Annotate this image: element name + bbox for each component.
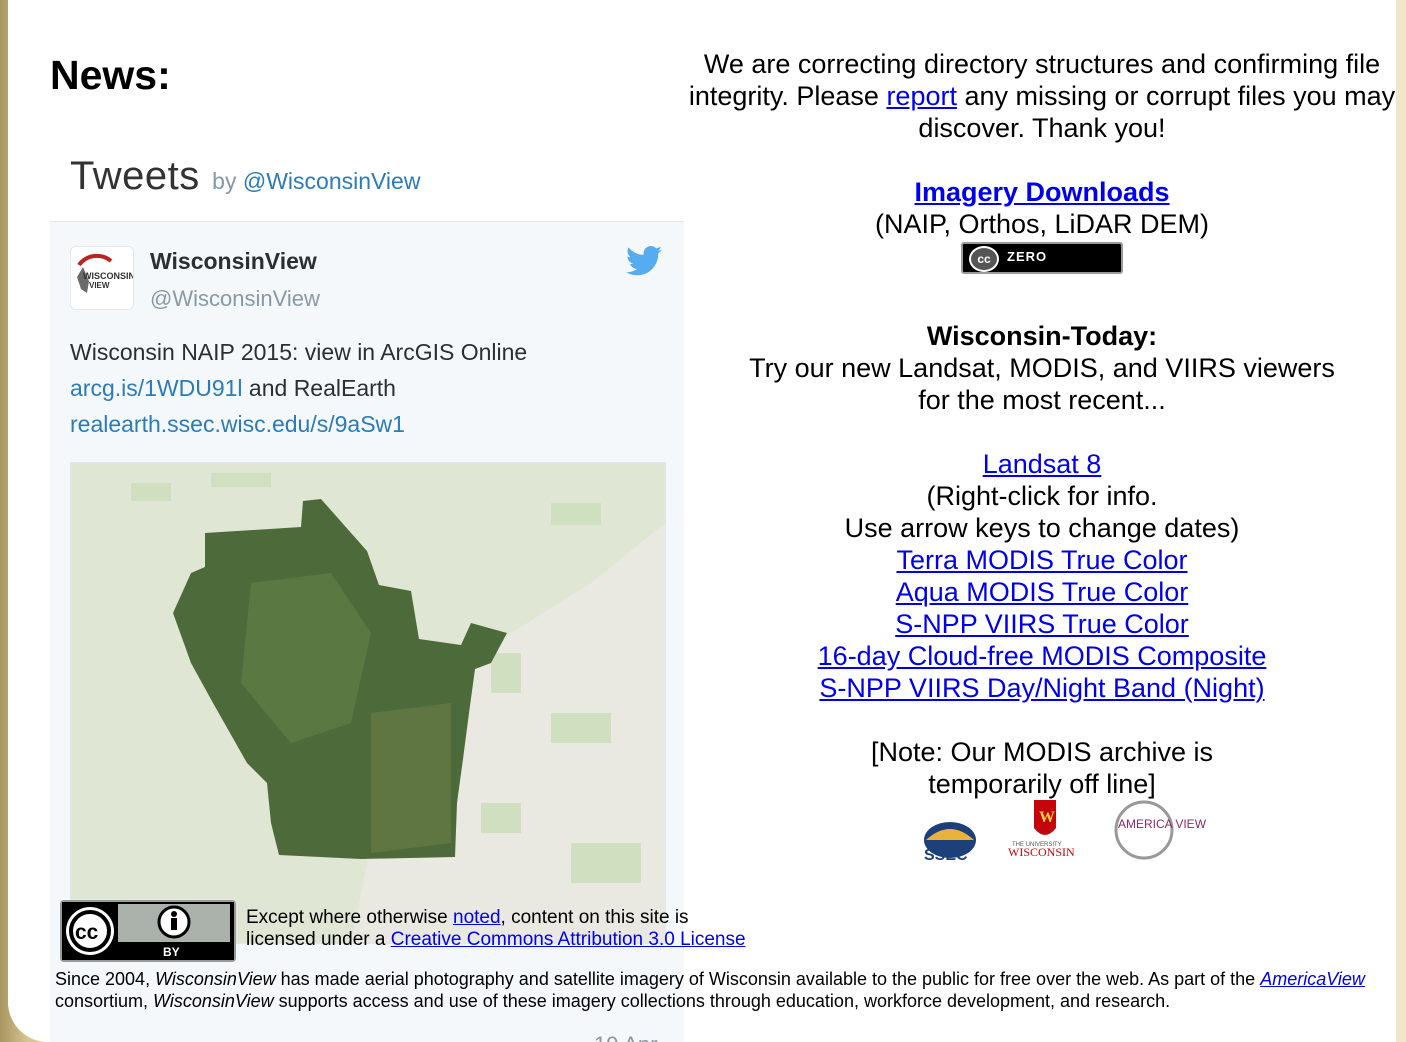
creative-commons-by-icon: cc BY [62, 902, 234, 960]
cc-zero-label: ZERO [1007, 248, 1048, 264]
announcement-post: any missing or corrupt files you may dis… [918, 81, 1396, 143]
tweet-link-realearth[interactable]: realearth.ssec.wisc.edu/s/9aSw1 [70, 411, 405, 437]
scrollbar[interactable] [1395, 0, 1406, 1042]
about-wv2: WisconsinView [153, 991, 274, 1011]
tweet-link-arcgis[interactable]: arcg.is/1WDU91l [70, 375, 243, 401]
wisconsin-naip-map [71, 463, 665, 943]
page-content: News: Tweets by @WisconsinView WISCONSIN… [8, 0, 1396, 1042]
about-paragraph: Since 2004, WisconsinView has made aeria… [55, 968, 1375, 1012]
partner-logos: SSEC W THE UNIVERSITY WISCONSIN AMERICA … [914, 800, 1214, 880]
tweet-text-line1: Wisconsin NAIP 2015: view in ArcGIS Onli… [70, 339, 528, 365]
uw-text: WISCONSIN [1008, 845, 1075, 859]
svg-text:W: W [1039, 809, 1055, 826]
tweet-author-handle[interactable]: @WisconsinView [150, 286, 320, 312]
today-desc-line1: Try our new Landsat, MODIS, and VIIRS vi… [749, 352, 1335, 383]
about-p4: supports access and use of these imagery… [273, 991, 1171, 1011]
cc-by-label: BY [163, 945, 180, 959]
snpp-viirs-link[interactable]: S-NPP VIIRS True Color [895, 608, 1189, 640]
modis-note-line2: temporarily off line] [928, 768, 1156, 799]
cc-license-link[interactable]: Creative Commons Attribution 3.0 License [391, 929, 746, 950]
cc-by-badge[interactable]: cc BY [60, 900, 236, 962]
landsat-note-1: (Right-click for info. [926, 480, 1158, 511]
wisconsin-today-heading: Wisconsin-Today: [926, 320, 1158, 351]
license-pre: Except where otherwise [246, 907, 453, 928]
modis-note-line1: [Note: Our MODIS archive is [870, 736, 1214, 767]
avatar[interactable]: WISCONSIN VIEW [70, 246, 134, 310]
twitter-bird-icon[interactable] [626, 246, 662, 276]
tweet-map-image[interactable] [70, 462, 666, 944]
right-column: We are correcting directory structures a… [688, 48, 1396, 864]
svg-text:VIEW: VIEW [89, 281, 110, 290]
about-p1: Since 2004, [55, 969, 156, 989]
report-link[interactable]: report [886, 81, 957, 111]
modis-composite-link[interactable]: 16-day Cloud-free MODIS Composite [818, 640, 1267, 672]
by-text: by [212, 168, 237, 194]
svg-text:WISCONSIN: WISCONSIN [83, 271, 133, 281]
tweet-date[interactable]: 19 Apr [594, 1032, 658, 1042]
news-heading: News: [50, 52, 171, 98]
americaview-link[interactable]: AmericaView [1260, 969, 1365, 989]
announcement: We are correcting directory structures a… [688, 48, 1396, 144]
about-p2: has made aerial photography and satellit… [275, 969, 1261, 989]
tweets-by-label: by @WisconsinView [212, 168, 420, 194]
license-line2-pre: licensed under a [246, 929, 391, 950]
landsat-note-2: Use arrow keys to change dates) [844, 512, 1240, 543]
today-desc-line2: for the most recent... [918, 384, 1166, 415]
license-footer: cc BY Except where otherwise noted, cont… [60, 900, 780, 962]
tweets-title: Tweets [70, 154, 200, 198]
imagery-downloads-link[interactable]: Imagery Downloads [688, 176, 1396, 208]
viirs-daynight-link[interactable]: S-NPP VIIRS Day/Night Band (Night) [819, 672, 1264, 704]
uw-logo[interactable]: W THE UNIVERSITY WISCONSIN [1008, 800, 1075, 859]
cc-icon: cc [969, 245, 999, 272]
timeline-handle-link[interactable]: @WisconsinView [243, 168, 421, 194]
terra-modis-link[interactable]: Terra MODIS True Color [896, 544, 1187, 576]
svg-text:cc: cc [75, 921, 99, 944]
about-wv1: WisconsinView [155, 969, 276, 989]
av-text: AMERICA VIEW [1118, 817, 1207, 831]
ssec-text: SSEC [924, 847, 968, 864]
about-p3: consortium, [55, 991, 154, 1011]
ssec-logo[interactable]: SSEC [924, 822, 976, 864]
partner-logos-svg: SSEC W THE UNIVERSITY WISCONSIN AMERICA … [924, 800, 1207, 864]
americaview-logo[interactable]: AMERICA VIEW [1114, 800, 1207, 860]
tweet-text-mid: and RealEarth [242, 375, 396, 401]
tweet-text: Wisconsin NAIP 2015: view in ArcGIS Onli… [70, 334, 630, 442]
aqua-modis-link[interactable]: Aqua MODIS True Color [896, 576, 1189, 608]
downloads-subtitle: (NAIP, Orthos, LiDAR DEM) [874, 209, 1210, 239]
cc0-badge[interactable]: cc ZERO [961, 241, 1123, 274]
noted-link[interactable]: noted [453, 907, 501, 928]
timeline-header: Tweets by @WisconsinView [70, 154, 420, 199]
license-notice: Except where otherwise noted, content on… [246, 907, 746, 951]
tweet-author-name[interactable]: WisconsinView [150, 248, 317, 275]
license-mid: , content on this site is [500, 907, 689, 928]
wisconsinview-logo-icon: WISCONSIN VIEW [71, 247, 133, 309]
landsat-link[interactable]: Landsat 8 [983, 448, 1102, 480]
